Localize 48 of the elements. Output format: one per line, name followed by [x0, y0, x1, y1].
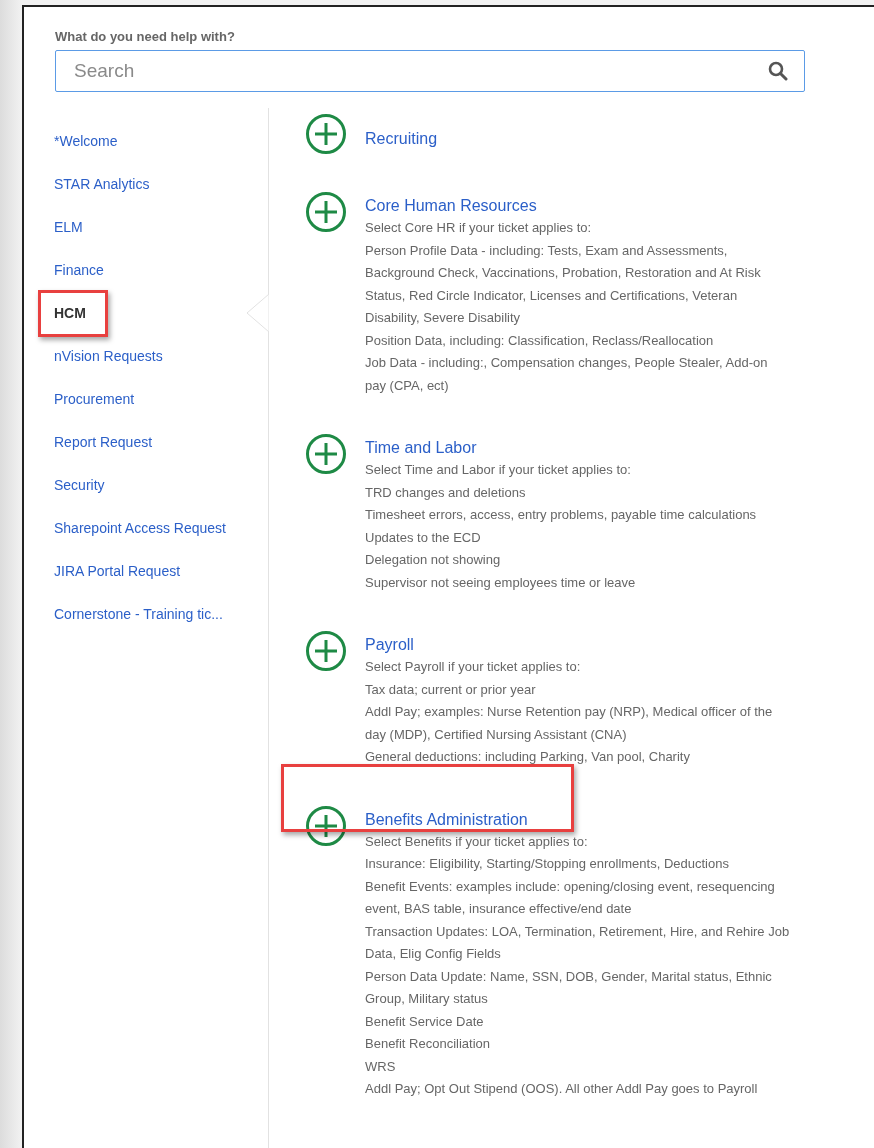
category-title[interactable]: Benefits Administration — [365, 808, 528, 831]
description-line: WRS — [365, 1057, 397, 1076]
description-line: Person Data Update: Name, SSN, DOB, Gender, Marital status, Ethnic Group, Military status — [365, 967, 773, 1008]
category-title[interactable]: Core Human Resources — [365, 195, 537, 217]
sidebar-item[interactable]: Sharepoint Access Request — [54, 517, 226, 540]
description-line: Benefit Service Date — [365, 1012, 485, 1031]
description-line: Job Data - including:, Compensation changes, People Stealer, Add-on pay (CPA, ect) — [365, 354, 769, 395]
plus-circle-icon[interactable] — [305, 191, 347, 233]
category-title[interactable]: Recruiting — [365, 128, 438, 150]
plus-circle-icon[interactable] — [305, 804, 347, 847]
sidebar-item[interactable]: Report Request — [54, 431, 153, 454]
search-icon[interactable] — [768, 61, 788, 81]
category-title[interactable]: Time and Labor — [365, 437, 477, 459]
description-line: Updates to the ECD — [365, 528, 482, 547]
description-line: Timesheet errors, access, entry problems, payable time calculations — [365, 506, 758, 524]
sidebar-item[interactable]: Finance — [54, 259, 104, 282]
sidebar-item[interactable]: *Welcome — [54, 130, 118, 153]
description-line: Delegation not showing — [365, 551, 502, 569]
search-field[interactable]: Search — [55, 50, 805, 92]
sidebar-item[interactable]: HCM — [54, 302, 86, 325]
category-title[interactable]: Payroll — [365, 634, 414, 656]
sidebar-item[interactable]: Procurement — [54, 388, 135, 411]
description-line: Select Benefits if your ticket applies to: — [365, 832, 589, 851]
description-line: Benefit Events: examples include: opening/closing event, resequencing event, BAS table, insurance effective/end date — [365, 877, 776, 918]
sidebar-item[interactable]: Security — [54, 474, 105, 497]
sidebar-item[interactable]: nVision Requests — [54, 345, 163, 368]
description-line: TRD changes and deletions — [365, 483, 527, 502]
description-line: General deductions: including Parking, Van pool, Charity — [365, 748, 691, 766]
search-label: What do you need help with? — [55, 29, 236, 44]
description-line: Position Data, including: Classification, Reclass/Reallocation — [365, 331, 715, 350]
plus-circle-icon[interactable] — [305, 113, 347, 155]
description-line: Addl Pay; Opt Out Stipend (OOS). All other Addl Pay goes to Payroll — [365, 1080, 759, 1098]
description-line: Select Payroll if your ticket applies to: — [365, 658, 582, 676]
description-line: Select Core HR if your ticket applies to: — [365, 219, 593, 237]
description-line: Select Time and Labor if your ticket applies to: — [365, 461, 632, 479]
plus-circle-icon[interactable] — [305, 630, 347, 672]
description-line: Addl Pay; examples: Nurse Retention pay (NRP), Medical officer of the day (MDP), Certified Nursing Assistant (CNA) — [365, 703, 774, 744]
description-line: Person Profile Data - including: Tests, Exam and Assessments, Background Check, Vaccinations, Probation, Restoration and At Risk Status, Red Circle Indicator, Licenses and Certifications, Veteran Disability, Severe Disability — [365, 241, 762, 327]
sidebar-item[interactable]: STAR Analytics — [54, 173, 150, 196]
sidebar-item[interactable]: JIRA Portal Request — [54, 560, 181, 583]
description-line: Tax data; current or prior year — [365, 680, 537, 699]
description-line: Benefit Reconciliation — [365, 1035, 492, 1053]
sidebar-item[interactable]: ELM — [54, 216, 83, 239]
plus-circle-icon[interactable] — [305, 433, 347, 475]
description-line: Insurance: Eligibility, Starting/Stopping enrollments, Deductions — [365, 855, 730, 873]
description-line: Transaction Updates: LOA, Termination, Retirement, Hire, and Rehire Job Data, Elig Config Fields — [365, 922, 790, 963]
description-line: Supervisor not seeing employees time or leave — [365, 573, 637, 592]
sidebar-item[interactable]: Cornerstone - Training tic... — [54, 603, 223, 626]
